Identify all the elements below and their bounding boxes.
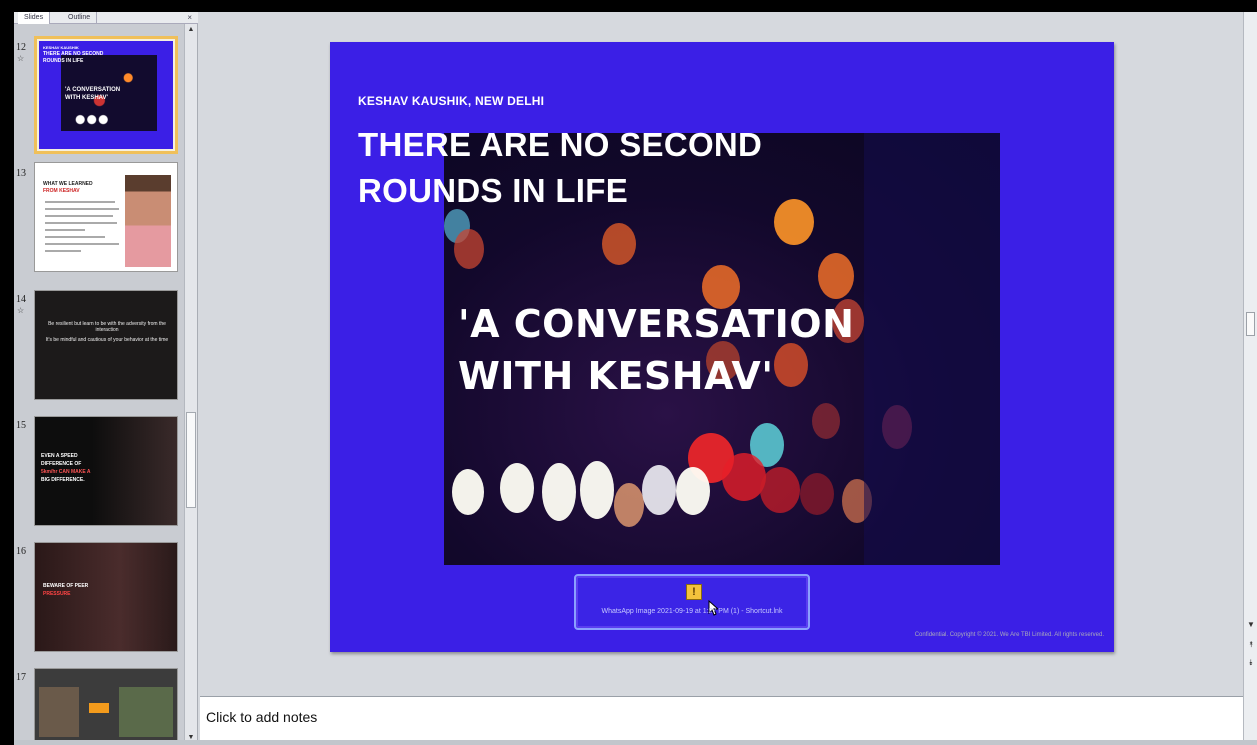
thumb-text: WHAT WE LEARNED <box>43 181 93 187</box>
photo-overlay <box>864 133 1000 565</box>
current-slide[interactable]: KESHAV KAUSHIK, NEW DELHI THERE ARE NO S… <box>330 42 1114 652</box>
thumb-text: KESHAV KAUSHIK <box>43 45 79 50</box>
thumb-text: WITH KESHAV' <box>65 95 108 101</box>
slide-author: KESHAV KAUSHIK, NEW DELHI <box>358 94 545 108</box>
close-icon[interactable]: × <box>187 12 192 23</box>
slide-title[interactable]: THERE ARE NO SECOND ROUNDS IN LIFE <box>358 122 778 214</box>
shortcut-notification[interactable]: ! WhatsApp Image 2021-09-19 at 1:27 PM (… <box>574 574 810 630</box>
thumb-text: Be resilient but learn to be with the ad… <box>48 321 166 333</box>
thumb-text: EVEN A SPEED <box>41 453 78 459</box>
slide-number: 12 <box>16 42 26 53</box>
animation-star-icon: ☆ <box>17 306 25 315</box>
slide-title-line: ROUNDS IN LIFE <box>358 172 629 209</box>
slide-thumbnail-13[interactable]: WHAT WE LEARNED FROM KESHAV <box>34 162 178 272</box>
slide-number: 15 <box>16 420 26 431</box>
status-bar <box>14 740 1257 745</box>
scroll-down-icon[interactable]: ▼ <box>1246 620 1256 629</box>
notification-text: WhatsApp Image 2021-09-19 at 1:27 PM (1)… <box>601 608 783 615</box>
tab-outline[interactable]: Outline <box>62 12 98 24</box>
slide-thumbnail-panel: Slides Outline × 12 ☆ KESHAV KAUSHIK THE… <box>14 12 198 745</box>
thumb-text: 'A CONVERSATION <box>65 87 121 93</box>
thumb-text: 5km/hr CAN MAKE A <box>41 469 91 475</box>
slide-subtitle-line: WITH KESHAV' <box>458 354 774 398</box>
scroll-thumb[interactable] <box>186 412 196 508</box>
thumb-text: BIG DIFFERENCE. <box>41 477 85 483</box>
thumb-text: It's be mindful and cautious of your beh… <box>45 337 169 343</box>
slide-thumbnail-17[interactable] <box>34 668 178 745</box>
slide-subtitle-line: 'A CONVERSATION <box>458 302 855 346</box>
slide-thumbnail-14[interactable]: Be resilient but learn to be with the ad… <box>34 290 178 400</box>
notes-scrollbar[interactable] <box>1243 696 1257 740</box>
slide-number: 16 <box>16 546 26 557</box>
thumb-text: ROUNDS IN LIFE <box>43 58 84 64</box>
thumb-text: THERE ARE NO SECOND <box>43 51 104 57</box>
slide-scrollbar[interactable]: ▼ ⯭ ⯯ <box>1243 12 1257 696</box>
slide-thumbnail-12[interactable]: KESHAV KAUSHIK THERE ARE NO SECOND ROUND… <box>34 36 178 154</box>
slide-number: 17 <box>16 672 26 683</box>
notes-pane[interactable]: Click to add notes <box>200 696 1243 740</box>
thumb-portrait <box>125 175 171 267</box>
next-slide-icon[interactable]: ⯯ <box>1246 658 1256 668</box>
previous-slide-icon[interactable]: ⯭ <box>1246 640 1256 650</box>
animation-star-icon: ☆ <box>17 54 25 63</box>
thumb-text: DIFFERENCE OF <box>41 461 82 467</box>
warning-icon: ! <box>686 584 702 600</box>
slide-thumbnail-16[interactable]: BEWARE OF PEER PRESSURE <box>34 542 178 652</box>
thumb-text: PRESSURE <box>43 591 71 597</box>
panel-scrollbar[interactable]: ▲ ▼ <box>184 24 197 745</box>
slide-footer: Confidential. Copyright © 2021. We Are T… <box>914 632 1104 638</box>
slide-number: 13 <box>16 168 26 179</box>
slide-number: 14 <box>16 294 26 305</box>
slide-title-line: THERE ARE NO SECOND <box>358 126 763 163</box>
thumb-photo <box>61 55 157 131</box>
notes-placeholder[interactable]: Click to add notes <box>206 709 317 725</box>
thumb-text: BEWARE OF PEER <box>43 583 89 589</box>
scroll-up-icon[interactable]: ▲ <box>185 26 197 33</box>
slide-subtitle[interactable]: 'A CONVERSATION WITH KESHAV' <box>458 298 858 402</box>
scroll-thumb[interactable] <box>1246 312 1255 336</box>
thumb-text: FROM KESHAV <box>43 188 80 194</box>
slide-thumbnail-15[interactable]: EVEN A SPEED DIFFERENCE OF 5km/hr CAN MA… <box>34 416 178 526</box>
presentation-window: Slides Outline × 12 ☆ KESHAV KAUSHIK THE… <box>14 12 1257 745</box>
panel-tabs: Slides Outline × <box>14 12 198 24</box>
tab-slides[interactable]: Slides <box>18 12 51 24</box>
thumb-background: KESHAV KAUSHIK THERE ARE NO SECOND ROUND… <box>39 41 173 149</box>
